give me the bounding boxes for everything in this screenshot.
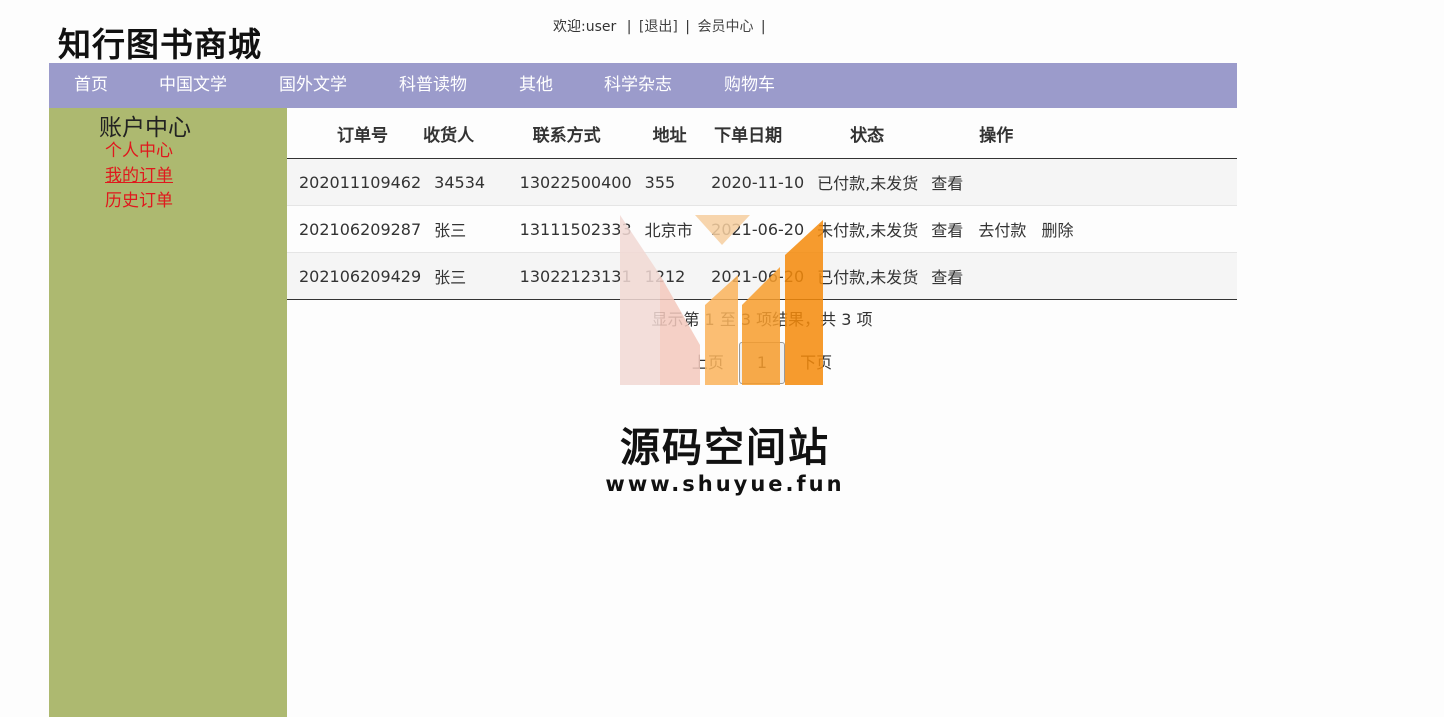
- cell-order-id: 202106209429: [287, 252, 423, 300]
- cell-address: 355: [632, 158, 700, 206]
- table-header-row: 订单号 收货人 联系方式 地址 下单日期 状态 操作: [287, 108, 1237, 159]
- nav-item-foreign-literature[interactable]: 国外文学: [279, 63, 347, 108]
- site-logo[interactable]: 知行图书商城: [58, 18, 262, 66]
- nav-item-cart[interactable]: 购物车: [724, 63, 775, 108]
- nav-item-home[interactable]: 首页: [74, 63, 108, 108]
- cell-actions: 查看: [919, 252, 1237, 300]
- col-header-contact: 联系方式: [507, 108, 633, 159]
- nav-item-popular-science[interactable]: 科普读物: [399, 63, 467, 108]
- cell-order-id: 202011109462: [287, 158, 423, 206]
- user-topbar: 欢迎:user | [退出] | 会员中心 |: [550, 16, 769, 36]
- welcome-text: 欢迎:user: [553, 19, 617, 35]
- sidebar-link-my-orders[interactable]: 我的订单: [105, 161, 173, 186]
- col-header-receiver: 收货人: [422, 108, 508, 159]
- cell-contact: 13111502333: [507, 205, 633, 253]
- cell-order-id: 202106209287: [287, 205, 423, 253]
- sidebar-link-profile[interactable]: 个人中心: [105, 136, 173, 161]
- nav-item-other[interactable]: 其他: [519, 63, 553, 108]
- col-header-order-id: 订单号: [287, 108, 423, 159]
- view-order-link[interactable]: 查看: [931, 174, 963, 193]
- watermark-logo-icon: [620, 215, 823, 385]
- watermark-url: www.shuyue.fun: [605, 472, 845, 496]
- cell-receiver: 张三: [422, 252, 508, 300]
- account-sidebar: 账户中心 个人中心 我的订单 历史订单: [49, 108, 287, 717]
- main-nav: 首页 中国文学 国外文学 科普读物 其他 科学杂志 购物车: [49, 63, 1237, 108]
- table-row: 202011109462 34534 13022500400 355 2020-…: [287, 158, 1237, 206]
- view-order-link[interactable]: 查看: [931, 268, 963, 287]
- view-order-link[interactable]: 查看: [931, 221, 963, 240]
- cell-receiver: 张三: [422, 205, 508, 253]
- cell-actions: 查看: [919, 158, 1237, 206]
- nav-item-chinese-literature[interactable]: 中国文学: [159, 63, 227, 108]
- member-center-link[interactable]: 会员中心: [697, 19, 753, 35]
- col-header-status: 状态: [805, 108, 920, 159]
- logout-link[interactable]: [退出]: [639, 19, 678, 35]
- sidebar-link-order-history[interactable]: 历史订单: [105, 186, 173, 211]
- col-header-actions: 操作: [919, 108, 1237, 159]
- col-header-date: 下单日期: [699, 108, 806, 159]
- nav-item-science-magazine[interactable]: 科学杂志: [604, 63, 672, 108]
- delete-order-link[interactable]: 删除: [1041, 221, 1073, 240]
- cell-date: 2020-11-10: [699, 158, 806, 206]
- cell-status: 已付款,未发货: [805, 158, 920, 206]
- separator: |: [760, 19, 766, 35]
- cell-contact: 13022123131: [507, 252, 633, 300]
- cell-contact: 13022500400: [507, 158, 633, 206]
- separator: |: [626, 19, 632, 35]
- cell-receiver: 34534: [422, 158, 508, 206]
- separator: |: [685, 19, 690, 35]
- col-header-address: 地址: [632, 108, 700, 159]
- watermark-title: 源码空间站: [620, 425, 830, 471]
- cell-actions: 查看 去付款 删除: [919, 205, 1237, 253]
- pay-order-link[interactable]: 去付款: [978, 221, 1026, 240]
